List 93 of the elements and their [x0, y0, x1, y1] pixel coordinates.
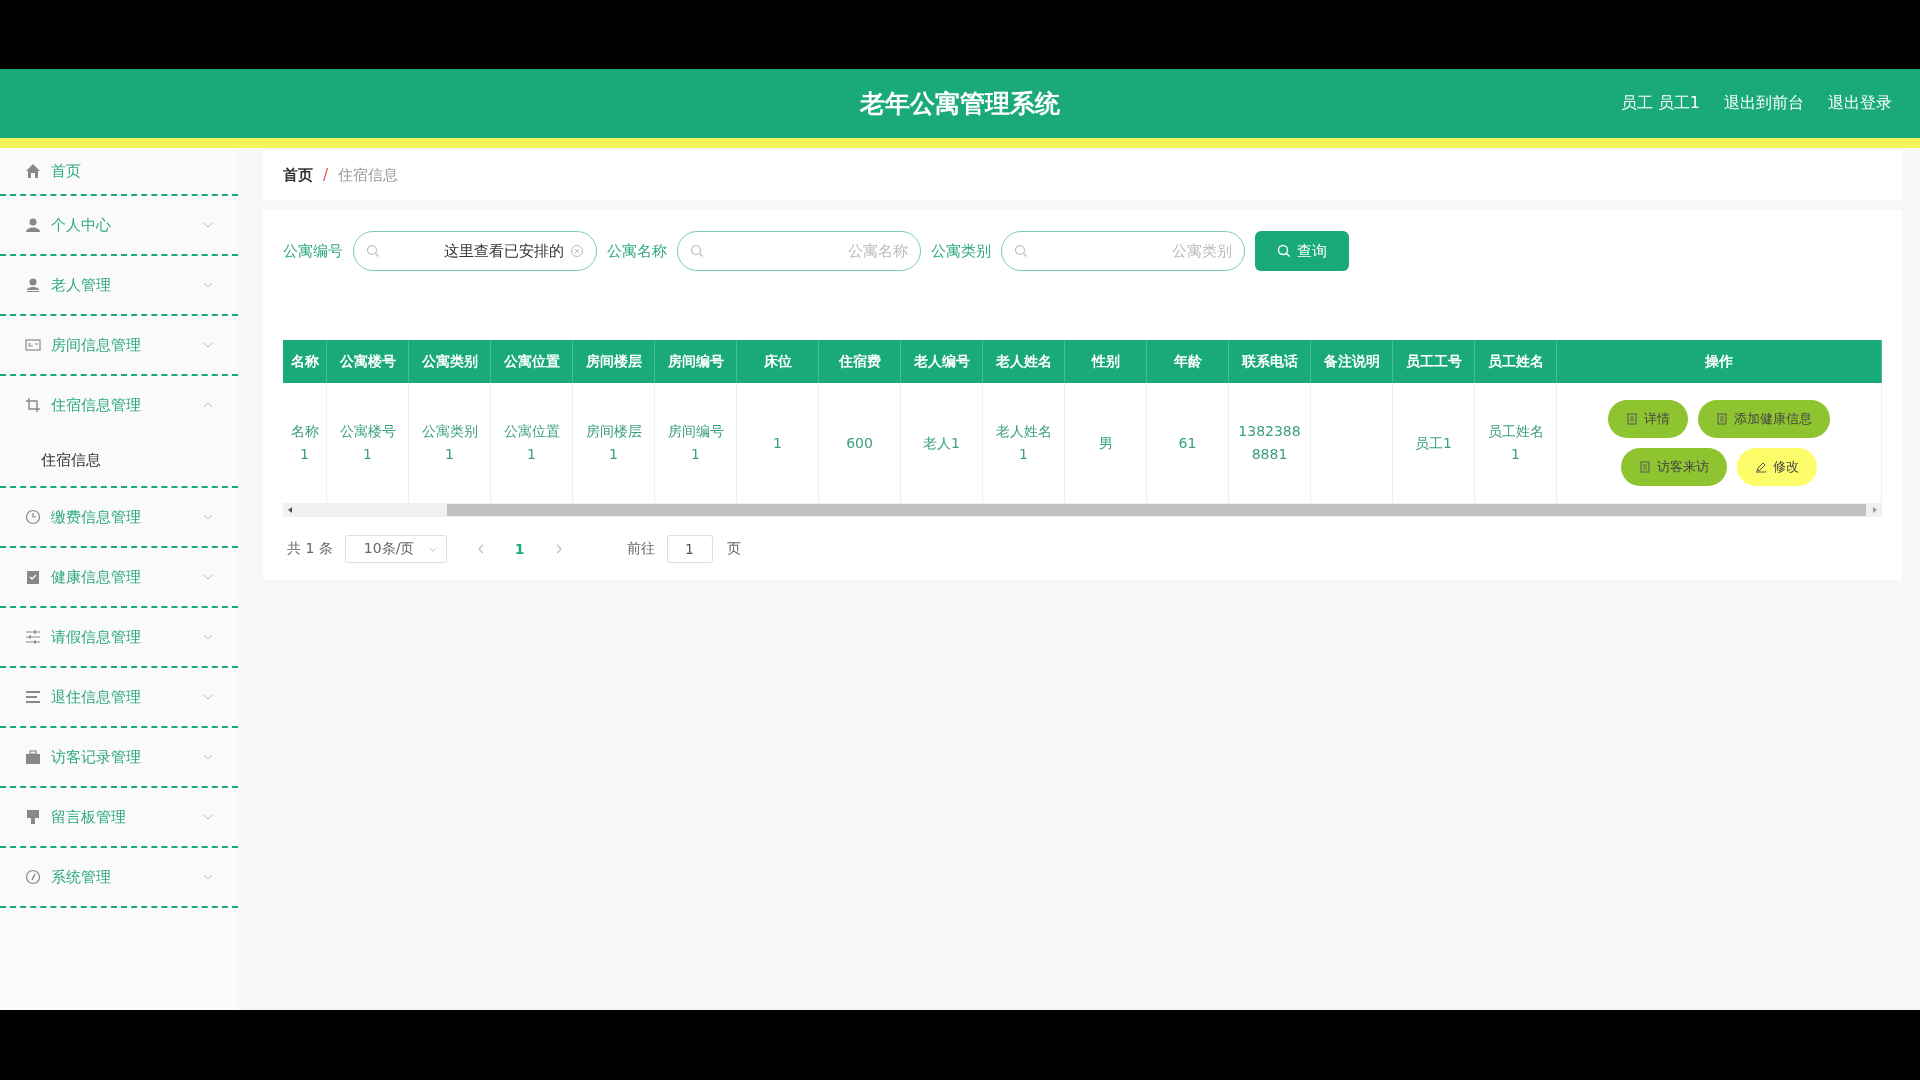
table-cell-text: 员工姓名1 [1486, 422, 1545, 464]
breadcrumb-separator: / [323, 166, 329, 184]
crop-icon [25, 397, 41, 413]
column-header: 老人编号 [901, 340, 983, 383]
sidebar-item[interactable]: 访客记录管理 [0, 728, 238, 786]
field-label: 公寓类别 [931, 241, 991, 261]
total-count: 共 1 条 [286, 540, 333, 558]
sidebar-item[interactable]: 首页 [0, 148, 238, 194]
next-page-icon[interactable] [554, 543, 563, 555]
table-cell-text: 600 [846, 433, 873, 453]
table-cell-text: 男 [1098, 433, 1113, 453]
action-button[interactable]: 访客来访 [1621, 448, 1727, 486]
table-cell-text: 老人1 [923, 433, 960, 453]
breadcrumb-item: 住宿信息 [338, 165, 399, 185]
sidebar-item[interactable]: 房间信息管理 [0, 316, 238, 374]
column-header: 公寓楼号 [327, 340, 409, 383]
table-cell-text: 公寓类别1 [420, 422, 479, 464]
table-cell-text: 房间楼层1 [584, 422, 643, 464]
sidebar-item[interactable]: 系统管理 [0, 848, 238, 906]
table-cell-text: 老人姓名1 [994, 422, 1053, 464]
breadcrumb-item[interactable]: 首页 [283, 165, 313, 185]
sidebar-item[interactable]: 住宿信息管理 [0, 376, 238, 434]
search-icon [690, 244, 704, 258]
column-header: 性别 [1065, 340, 1147, 383]
stamp-icon [25, 809, 41, 825]
table-cell-text: 13823888881 [1238, 422, 1301, 464]
column-header: 房间楼层 [573, 340, 655, 383]
page-size-select[interactable]: 10条/页 [344, 535, 447, 563]
action-button[interactable]: 添加健康信息 [1698, 400, 1830, 438]
sliders-icon [25, 629, 41, 645]
page-unit-label: 页 [725, 540, 741, 558]
clear-icon[interactable] [570, 244, 584, 258]
header-link[interactable]: 退出到前台 [1724, 93, 1804, 114]
card-icon [25, 337, 41, 353]
column-header: 公寓类别 [409, 340, 491, 383]
sidebar-item[interactable]: 请假信息管理 [0, 608, 238, 666]
pencil-icon [1755, 461, 1767, 473]
clipboard-icon [25, 569, 41, 585]
column-header: 床位 [737, 340, 819, 383]
document-icon [1626, 413, 1638, 425]
table-cell-text: 61 [1178, 433, 1197, 453]
column-header: 老人姓名 [983, 340, 1065, 383]
column-header: 员工工号 [1393, 340, 1475, 383]
table-cell-text: 房间编号1 [666, 422, 725, 464]
table-cell-text: 名称1 [289, 422, 320, 464]
briefcase-icon [25, 749, 41, 765]
compass-icon [25, 869, 41, 885]
column-header: 操作 [1557, 340, 1882, 383]
home-icon [25, 163, 41, 179]
table-cell-text: 1 [773, 433, 782, 453]
page-input[interactable]: 1 [666, 535, 713, 563]
goto-label: 前往 [625, 540, 655, 558]
action-button[interactable]: 详情 [1608, 400, 1688, 438]
table-cell-text: 公寓楼号1 [338, 422, 397, 464]
user-icon [25, 277, 41, 293]
sidebar-item[interactable]: 缴费信息管理 [0, 488, 238, 546]
table-cell-text: 公寓位置1 [502, 422, 561, 464]
column-header: 公寓位置 [491, 340, 573, 383]
document-icon [1639, 461, 1651, 473]
column-header: 年龄 [1147, 340, 1229, 383]
column-header: 住宿费 [819, 340, 901, 383]
header-link[interactable]: 退出登录 [1828, 93, 1892, 114]
column-header: 房间编号 [655, 340, 737, 383]
previous-page-icon[interactable] [476, 543, 485, 555]
action-button[interactable]: 修改 [1737, 448, 1817, 486]
user-icon [25, 217, 41, 233]
column-header: 名称 [283, 340, 327, 383]
list-icon [25, 689, 41, 705]
scroll-left-icon[interactable] [286, 506, 294, 514]
sidebar-item[interactable]: 健康信息管理 [0, 548, 238, 606]
column-header: 联系电话 [1229, 340, 1311, 383]
sidebar-item[interactable]: 老人管理 [0, 256, 238, 314]
horizontal-scrollbar[interactable] [283, 503, 1882, 517]
field-label: 公寓编号 [283, 241, 343, 261]
search-button[interactable]: 查询 [1255, 231, 1349, 271]
field-label: 公寓名称 [607, 241, 667, 261]
page-number[interactable]: 1 [514, 541, 525, 557]
chevron-icon [427, 545, 438, 553]
sidebar-item[interactable]: 个人中心 [0, 196, 238, 254]
header-link[interactable]: 员工 员工1 [1620, 93, 1700, 114]
clock-icon [25, 509, 41, 525]
column-header: 备注说明 [1311, 340, 1393, 383]
scroll-right-icon[interactable] [1871, 506, 1879, 514]
sidebar-item[interactable]: 退住信息管理 [0, 668, 238, 726]
submenu-item[interactable]: 住宿信息 [0, 434, 238, 486]
search-icon [366, 244, 380, 258]
document-icon [1716, 413, 1728, 425]
sidebar-item[interactable]: 留言板管理 [0, 788, 238, 846]
app-title: 老年公寓管理系统 [860, 88, 1060, 120]
search-icon [1014, 244, 1028, 258]
table-cell-text: 员工1 [1415, 433, 1452, 453]
column-header: 员工姓名 [1475, 340, 1557, 383]
search-icon [1277, 244, 1291, 258]
